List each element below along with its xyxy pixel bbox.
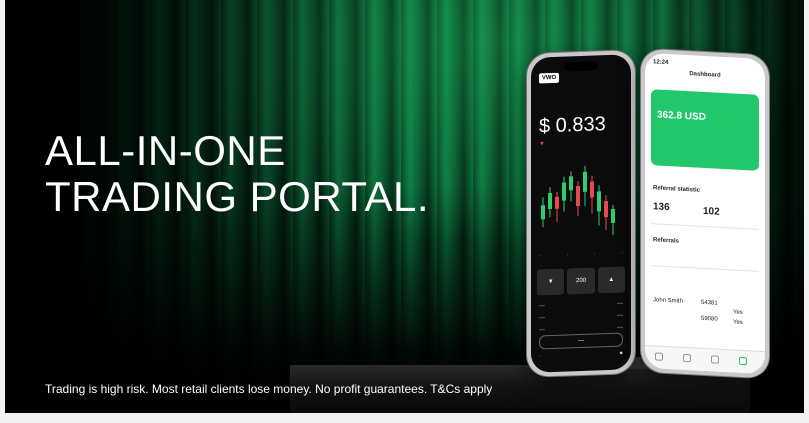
app-logo: VWO — [539, 72, 559, 84]
stat-row: — — — [539, 300, 623, 310]
table-cell-flag: Yes — [733, 309, 743, 316]
bottom-navigation — [645, 344, 765, 375]
profile-icon[interactable] — [711, 355, 719, 364]
status-time: 12:24 — [653, 59, 669, 67]
price-change-indicator: ▼ — [539, 141, 545, 148]
balance-amount: 362.8 USD — [657, 109, 706, 124]
sell-button[interactable]: ▼ — [537, 268, 565, 296]
dashboard-screen: 12:24 Dashboard 362.8 USD Referral stati… — [645, 52, 765, 375]
risk-disclaimer: Trading is high risk. Most retail client… — [45, 382, 493, 396]
toggle-switch[interactable]: ● — [619, 351, 623, 357]
open-position-button[interactable]: — — [539, 332, 623, 350]
balance-card: 362.8 USD — [651, 89, 759, 171]
more-icon[interactable] — [739, 356, 747, 366]
table-cell-id: 54381 — [701, 299, 718, 307]
phone-dashboard: 12:24 Dashboard 362.8 USD Referral stati… — [641, 48, 769, 379]
trade-panel: ▼ 200 ▲ — [537, 266, 625, 296]
trading-app-screen: VWO $ 0.833 ▼ · · · · ▼ 200 ▲ — — — — — … — [531, 54, 631, 373]
referral-statistic-heading: Referral statistic — [653, 185, 701, 194]
stat-value-referrals: 136 — [653, 201, 670, 214]
wallet-icon[interactable] — [683, 353, 691, 363]
headline-line-2: TRADING PORTAL. — [45, 173, 430, 220]
buy-button[interactable]: ▲ — [597, 266, 625, 294]
stat-value-active: 102 — [703, 205, 720, 218]
referrals-heading: Referrals — [653, 237, 680, 245]
divider — [651, 223, 759, 230]
candlestick-chart — [541, 165, 615, 235]
table-cell-name: John Smith — [653, 297, 684, 305]
asset-price: $ 0.833 — [539, 113, 606, 138]
toggle-row[interactable]: · ● — [539, 351, 623, 360]
timeframe-tabs[interactable]: · · · · — [539, 251, 623, 260]
stat-row: — — — [539, 312, 623, 322]
headline-line-1: ALL-IN-ONE — [45, 127, 286, 174]
divider — [651, 265, 759, 272]
promo-banner[interactable]: ALL-IN-ONE TRADING PORTAL. VWO $ 0.833 ▼ — [5, 0, 804, 413]
trade-amount[interactable]: 200 — [567, 267, 595, 295]
phone-notch — [564, 61, 598, 72]
table-cell-flag: Yes — [733, 319, 743, 326]
phone-trading-app: VWO $ 0.833 ▼ · · · · ▼ 200 ▲ — — — — — … — [527, 50, 635, 377]
dashboard-title: Dashboard — [689, 71, 721, 79]
banner-headline: ALL-IN-ONE TRADING PORTAL. — [45, 128, 429, 220]
table-cell-id: 59080 — [701, 315, 718, 323]
home-icon[interactable] — [655, 352, 663, 361]
